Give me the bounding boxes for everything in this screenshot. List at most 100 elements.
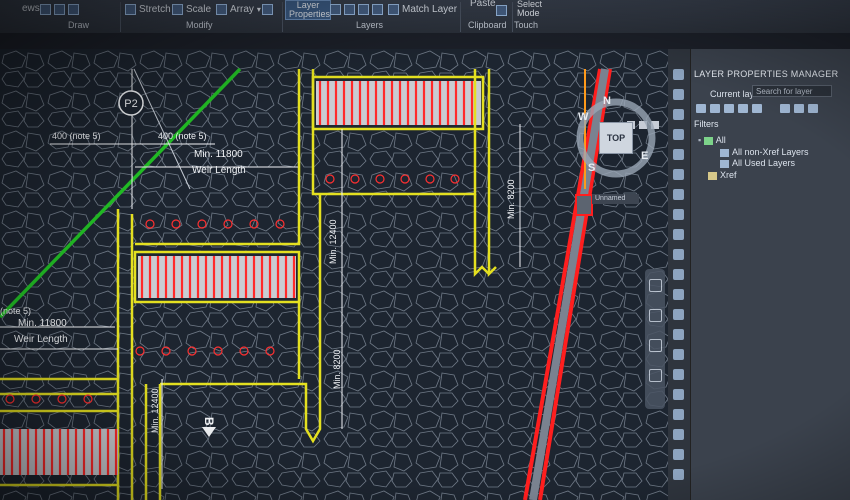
tool-icon[interactable] [673, 409, 684, 420]
tool-icon[interactable] [673, 169, 684, 180]
clipboard-tool[interactable] [496, 5, 507, 16]
hatch-icon[interactable] [68, 4, 79, 15]
layer-filter-icon [720, 148, 729, 157]
tool-icon[interactable] [673, 289, 684, 300]
tool-icon [262, 4, 273, 15]
delete-layer-icon[interactable] [724, 104, 734, 113]
draw-tools[interactable] [40, 4, 79, 15]
viewcube-top-face[interactable]: TOP [599, 122, 633, 154]
section-label: B [202, 417, 216, 426]
layer-icon[interactable] [344, 4, 355, 15]
tool-icon[interactable] [673, 109, 684, 120]
match-layer-button[interactable]: Match Layer [388, 4, 457, 15]
chevron-down-icon[interactable]: ▾ [257, 5, 261, 14]
modify-extra-tool[interactable] [262, 4, 273, 15]
tool-icon[interactable] [673, 309, 684, 320]
select-mode-button[interactable]: Select Mode [514, 0, 542, 18]
draw-group-label[interactable]: Draw [68, 20, 89, 30]
compass-south[interactable]: S [588, 162, 595, 174]
layers-group-label[interactable]: Layers [356, 20, 383, 30]
tool-icon[interactable] [673, 449, 684, 460]
compass-west[interactable]: W [578, 111, 588, 123]
settings-icon[interactable] [780, 104, 790, 113]
new-layer-frozen-icon[interactable] [710, 104, 720, 113]
layer-properties-button[interactable]: Layer Properties [285, 0, 331, 20]
tool-icon[interactable] [673, 89, 684, 100]
clipboard-group-label: Clipboard [468, 20, 507, 30]
vertical-dimension-1: Min. 12400 [328, 219, 338, 264]
modify-group-label[interactable]: Modify [186, 20, 213, 30]
circle-icon[interactable] [54, 4, 65, 15]
bar-group-top [316, 81, 481, 125]
scale-icon [172, 4, 183, 15]
layer-icon[interactable] [358, 4, 369, 15]
grid-marker-label: P2 [124, 98, 137, 110]
tool-icon[interactable] [673, 189, 684, 200]
array-button[interactable]: Array ▾ [216, 4, 261, 15]
tool-icon[interactable] [673, 389, 684, 400]
scale-button[interactable]: Scale [172, 4, 211, 15]
vertical-dimension-2: Min. 8200 [506, 179, 516, 219]
tool-icon[interactable] [673, 249, 684, 260]
bar-group-middle [138, 256, 296, 298]
filters-label: Filters [694, 119, 719, 129]
tool-icon[interactable] [673, 429, 684, 440]
ucs-menu[interactable]: Unnamed [592, 194, 639, 204]
pan-icon[interactable] [649, 309, 662, 322]
touch-group-label: Touch [514, 20, 539, 30]
drawing-canvas[interactable]: P2 400 (note 5) 400 (note 5) (note 5) Mi… [0, 49, 668, 500]
tool-icon[interactable] [673, 129, 684, 140]
vertical-dimension-3: Min. 8200 [332, 349, 342, 389]
ribbon-separator [120, 2, 121, 32]
bar-group-bottom [0, 429, 118, 475]
layer-filter-icon [703, 136, 713, 145]
weir-label-top: Weir Length [192, 165, 246, 176]
tool-icon[interactable] [673, 269, 684, 280]
state-manager-icon[interactable] [794, 104, 804, 113]
ribbon: ews Draw Stretch Scale Array ▾ Modify Lay… [0, 0, 850, 34]
paste-button[interactable]: Paste [470, 0, 496, 9]
weir-min-bottom: Min. 11800 [18, 318, 67, 329]
tree-item-all[interactable]: ▪ All [698, 135, 726, 145]
panel-tool-strip [668, 49, 691, 500]
ribbon-separator [282, 2, 283, 32]
tool-icon[interactable] [673, 149, 684, 160]
tool-icon[interactable] [673, 209, 684, 220]
compass-east[interactable]: E [641, 150, 648, 162]
compass-north[interactable]: N [603, 95, 611, 107]
steering-wheel-icon[interactable] [649, 279, 662, 292]
new-layer-icon[interactable] [696, 104, 706, 113]
navigation-bar[interactable] [645, 269, 665, 409]
tree-item-used[interactable]: All Used Layers [720, 158, 795, 168]
tool-icon[interactable] [673, 329, 684, 340]
match-layer-icon [388, 4, 399, 15]
orbit-icon[interactable] [649, 369, 662, 382]
drawing-tab-bar [0, 33, 850, 49]
filter-icon[interactable] [808, 104, 818, 113]
zoom-icon[interactable] [649, 339, 662, 352]
tool-icon[interactable] [673, 349, 684, 360]
dim-note-left: 400 (note 5) [52, 131, 101, 141]
layer-search-input[interactable]: Search for layer [752, 85, 832, 97]
tool-icon[interactable] [673, 69, 684, 80]
layer-icon[interactable] [330, 4, 341, 15]
ribbon-separator [512, 2, 513, 32]
dim-note-lower: (note 5) [0, 306, 31, 316]
refresh-icon[interactable] [752, 104, 762, 113]
tool-icon[interactable] [673, 469, 684, 480]
line-icon[interactable] [40, 4, 51, 15]
tool-icon[interactable] [673, 229, 684, 240]
collapse-icon[interactable]: ▪ [698, 135, 701, 145]
set-current-icon[interactable] [738, 104, 748, 113]
ribbon-separator [460, 2, 461, 32]
stretch-button[interactable]: Stretch [125, 4, 171, 15]
tool-icon[interactable] [673, 369, 684, 380]
weir-min-top: Min. 11800 [194, 149, 243, 160]
tree-item-non-xref[interactable]: All non-Xref Layers [720, 147, 809, 157]
views-partial-label: ews [22, 3, 40, 14]
array-icon [216, 4, 227, 15]
layer-icon[interactable] [372, 4, 383, 15]
layer-tools[interactable] [330, 4, 383, 15]
layer-properties-panel: LAYER PROPERTIES MANAGER Current layer S… [668, 49, 850, 500]
tree-item-xref[interactable]: Xref [708, 170, 737, 180]
